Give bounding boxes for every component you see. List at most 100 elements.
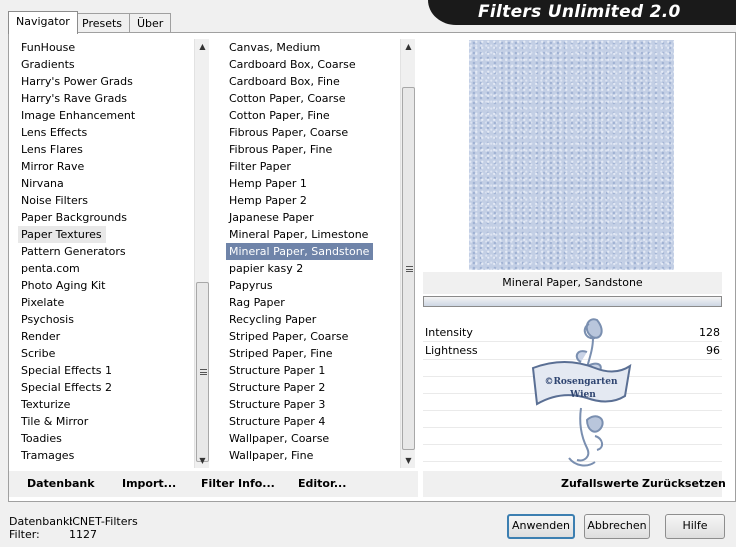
filter-item-label: Filter Paper [229, 160, 291, 173]
category-item[interactable]: Psychosis [18, 311, 194, 328]
category-item[interactable]: Render [18, 328, 194, 345]
category-item[interactable]: Texturize [18, 396, 194, 413]
import-button[interactable]: Import... [122, 477, 176, 490]
filter-item-label: Structure Paper 1 [229, 364, 326, 377]
filter-item[interactable]: Papyrus [226, 277, 400, 294]
filter-item[interactable]: Rag Paper [226, 294, 400, 311]
filter-item[interactable]: Mineral Paper, Sandstone [226, 243, 400, 260]
category-item-label: FunHouse [21, 41, 76, 54]
filter-item[interactable]: Hemp Paper 2 [226, 192, 400, 209]
category-item[interactable]: Tramages [18, 447, 194, 464]
category-item-label: Photo Aging Kit [21, 279, 106, 292]
filter-scrollbar[interactable]: ▲ ▼ [400, 39, 415, 468]
database-button[interactable]: Datenbank [27, 477, 95, 490]
filter-count-value: 1127 [69, 528, 97, 541]
category-item[interactable]: Scribe [18, 345, 194, 362]
preview-zoom-slider[interactable] [423, 296, 722, 307]
apply-button[interactable]: Anwenden [507, 514, 575, 539]
category-items: FunHouse Gradients Harry's Power Grads Harr… [18, 39, 194, 469]
category-item[interactable]: Gradients [18, 56, 194, 73]
filter-item[interactable]: Cardboard Box, Fine [226, 73, 400, 90]
editor-button[interactable]: Editor... [298, 477, 346, 490]
filter-item[interactable]: Wallpaper, Fine [226, 447, 400, 464]
category-item[interactable]: Noise Filters [18, 192, 194, 209]
tab-navigator[interactable]: Navigator [8, 11, 78, 34]
filter-item-label: papier kasy 2 [229, 262, 304, 275]
category-item[interactable]: Tile & Mirror [18, 413, 194, 430]
filter-item[interactable]: papier kasy 2 [226, 260, 400, 277]
category-item[interactable]: Special Effects 2 [18, 379, 194, 396]
app-title: Filters Unlimited 2.0 [478, 2, 681, 22]
filter-item-label: Fibrous Paper, Coarse [229, 126, 349, 139]
filter-item-label: Japanese Paper [229, 211, 314, 224]
category-item[interactable]: Toadies [18, 430, 194, 447]
filter-item[interactable]: Wallpaper, Coarse [226, 430, 400, 447]
filter-item[interactable]: Structure Paper 2 [226, 379, 400, 396]
filter-item[interactable]: Mineral Paper, Limestone [226, 226, 400, 243]
randomize-button[interactable]: Zufallswerte [561, 477, 639, 490]
filter-item[interactable]: Canvas, Medium [226, 39, 400, 56]
category-item[interactable]: Image Enhancement [18, 107, 194, 124]
filter-item[interactable]: Hemp Paper 1 [226, 175, 400, 192]
category-item[interactable]: Lens Flares [18, 141, 194, 158]
filter-item[interactable]: Cotton Paper, Coarse [226, 90, 400, 107]
help-button[interactable]: Hilfe [665, 514, 725, 539]
reset-button[interactable]: Zurücksetzen [642, 477, 726, 490]
filter-item-label: Striped Paper, Coarse [229, 330, 349, 343]
filter-item-label: Wallpaper, Coarse [229, 432, 330, 445]
category-list[interactable]: FunHouse Gradients Harry's Power Grads Harr… [18, 39, 194, 469]
filter-item[interactable]: Structure Paper 1 [226, 362, 400, 379]
filter-preview-image [469, 40, 674, 270]
category-item-label: Nirvana [21, 177, 64, 190]
category-item[interactable]: Pixelate [18, 294, 194, 311]
filter-info-button[interactable]: Filter Info... [201, 477, 275, 490]
scrollbar-thumb[interactable] [196, 282, 209, 462]
filter-item[interactable]: Striped Paper, Coarse [226, 328, 400, 345]
cancel-button[interactable]: Abbrechen [584, 514, 650, 539]
filter-item-label: Mineral Paper, Sandstone [226, 243, 374, 260]
filter-item[interactable]: Recycling Paper [226, 311, 400, 328]
tab-presets[interactable]: Presets [74, 13, 131, 33]
filter-item[interactable]: Fibrous Paper, Fine [226, 141, 400, 158]
scroll-up-icon[interactable]: ▲ [195, 39, 210, 54]
filter-item[interactable]: Striped Paper, Fine [226, 345, 400, 362]
category-scrollbar[interactable]: ▲ ▼ [194, 39, 209, 468]
category-item[interactable]: Lens Effects [18, 124, 194, 141]
category-item[interactable]: Pattern Generators [18, 243, 194, 260]
category-item[interactable]: Paper Backgrounds [18, 209, 194, 226]
category-item[interactable]: Harry's Power Grads [18, 73, 194, 90]
category-item[interactable]: Special Effects 1 [18, 362, 194, 379]
category-item-label: Tile & Mirror [21, 415, 89, 428]
scroll-down-icon[interactable]: ▼ [401, 453, 416, 468]
filter-item[interactable]: Fibrous Paper, Coarse [226, 124, 400, 141]
category-item[interactable]: penta.com [18, 260, 194, 277]
category-item[interactable]: FunHouse [18, 39, 194, 56]
category-item-label: Special Effects 2 [21, 381, 113, 394]
scroll-up-icon[interactable]: ▲ [401, 39, 416, 54]
tab-uber[interactable]: Über [129, 13, 172, 33]
param-label: Intensity [425, 326, 473, 339]
category-item[interactable]: Nirvana [18, 175, 194, 192]
filter-item[interactable]: Structure Paper 3 [226, 396, 400, 413]
scroll-down-icon[interactable]: ▼ [195, 453, 210, 468]
watermark-line1: ©Rosengarten [544, 377, 618, 387]
category-item-label: Scribe [21, 347, 56, 360]
filter-item[interactable]: Filter Paper [226, 158, 400, 175]
category-item[interactable]: Harry's Rave Grads [18, 90, 194, 107]
category-item[interactable]: Mirror Rave [18, 158, 194, 175]
filter-item[interactable]: Cardboard Box, Coarse [226, 56, 400, 73]
filter-item[interactable]: Structure Paper 4 [226, 413, 400, 430]
scrollbar-thumb[interactable] [402, 87, 415, 450]
category-item-label: Pixelate [21, 296, 65, 309]
filter-item-label: Fibrous Paper, Fine [229, 143, 333, 156]
filter-item-label: Structure Paper 2 [229, 381, 326, 394]
filter-item[interactable]: Japanese Paper [226, 209, 400, 226]
category-item-label: Toadies [21, 432, 62, 445]
filter-item[interactable]: Cotton Paper, Fine [226, 107, 400, 124]
filter-list[interactable]: Canvas, Medium Cardboard Box, Coarse Cardb… [226, 39, 400, 469]
rosengarten-watermark: ©Rosengarten Wien [531, 318, 632, 467]
category-item-label: Harry's Rave Grads [21, 92, 128, 105]
category-item[interactable]: Paper Textures [18, 226, 194, 243]
category-item[interactable]: Photo Aging Kit [18, 277, 194, 294]
category-item-label: Gradients [21, 58, 75, 71]
